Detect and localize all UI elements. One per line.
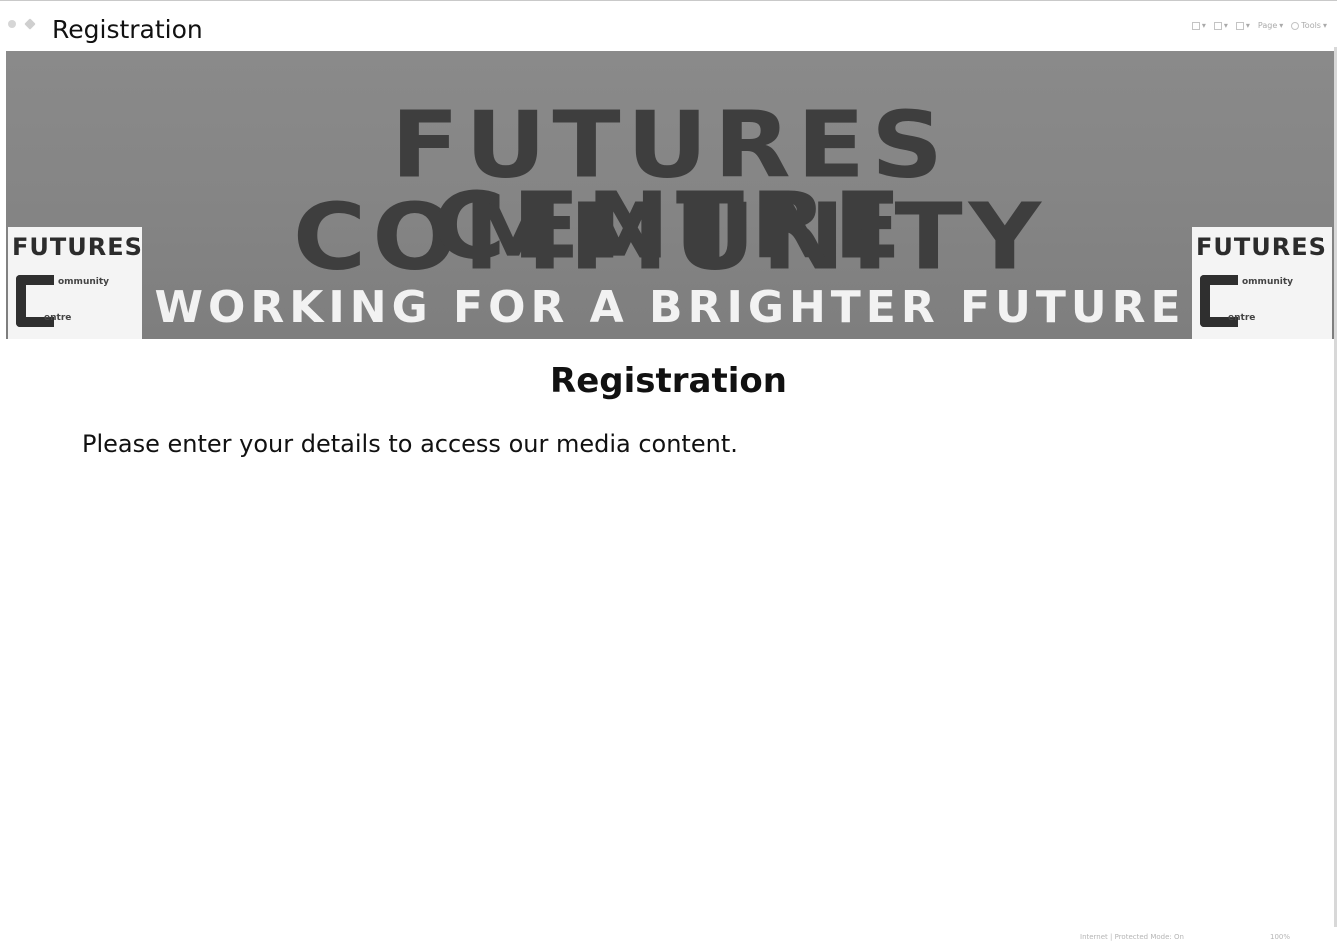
gear-icon bbox=[1291, 21, 1300, 30]
site-banner: Futures Community Centre Working for a b… bbox=[6, 51, 1334, 339]
logo-right: Futures ommunity entre bbox=[1192, 227, 1332, 339]
browser-window: Registration ▾ ▾ ▾ Page ▾ Tools ▾ Futures … bbox=[0, 0, 1337, 949]
home-icon bbox=[1191, 21, 1200, 30]
favorites-icon[interactable] bbox=[8, 20, 16, 28]
status-bar: Internet | Protected Mode: On 100% bbox=[0, 929, 1337, 949]
home-button[interactable]: ▾ bbox=[1191, 21, 1206, 30]
favorites-icons bbox=[8, 18, 36, 30]
zoom-level[interactable]: 100% bbox=[1270, 933, 1290, 941]
logo-sub-community: ommunity bbox=[1242, 277, 1294, 287]
logo-word: Futures bbox=[12, 233, 143, 261]
logo-sub-centre: entre bbox=[44, 313, 72, 323]
logo-sub-centre: entre bbox=[1228, 313, 1256, 323]
tools-menu-button[interactable]: Tools ▾ bbox=[1291, 21, 1327, 30]
command-bar: ▾ ▾ ▾ Page ▾ Tools ▾ bbox=[1191, 21, 1327, 30]
tools-menu-label: Tools bbox=[1301, 21, 1321, 30]
security-zone-status: Internet | Protected Mode: On bbox=[1080, 933, 1184, 941]
page-menu-label: Page bbox=[1257, 21, 1278, 30]
page-title: Registration bbox=[550, 361, 787, 401]
print-icon bbox=[1235, 21, 1244, 30]
feeds-button[interactable]: ▾ bbox=[1213, 21, 1228, 30]
logo-sub-community: ommunity bbox=[58, 277, 110, 287]
print-button[interactable]: ▾ bbox=[1235, 21, 1250, 30]
page-menu-button[interactable]: Page ▾ bbox=[1258, 21, 1283, 30]
tab-title[interactable]: Registration bbox=[52, 15, 203, 45]
logo-word: Futures bbox=[1196, 233, 1327, 261]
intro-text: Please enter your details to access our … bbox=[82, 430, 738, 458]
banner-tagline: Working for a brighter future bbox=[154, 282, 1186, 333]
logo-left: Futures ommunity entre bbox=[8, 227, 142, 339]
browser-title-bar: Registration ▾ ▾ ▾ Page ▾ Tools ▾ bbox=[0, 1, 1337, 47]
feeds-icon bbox=[1213, 21, 1222, 30]
add-favorite-icon[interactable] bbox=[24, 18, 36, 30]
banner-title-line2: Centre bbox=[432, 171, 908, 280]
